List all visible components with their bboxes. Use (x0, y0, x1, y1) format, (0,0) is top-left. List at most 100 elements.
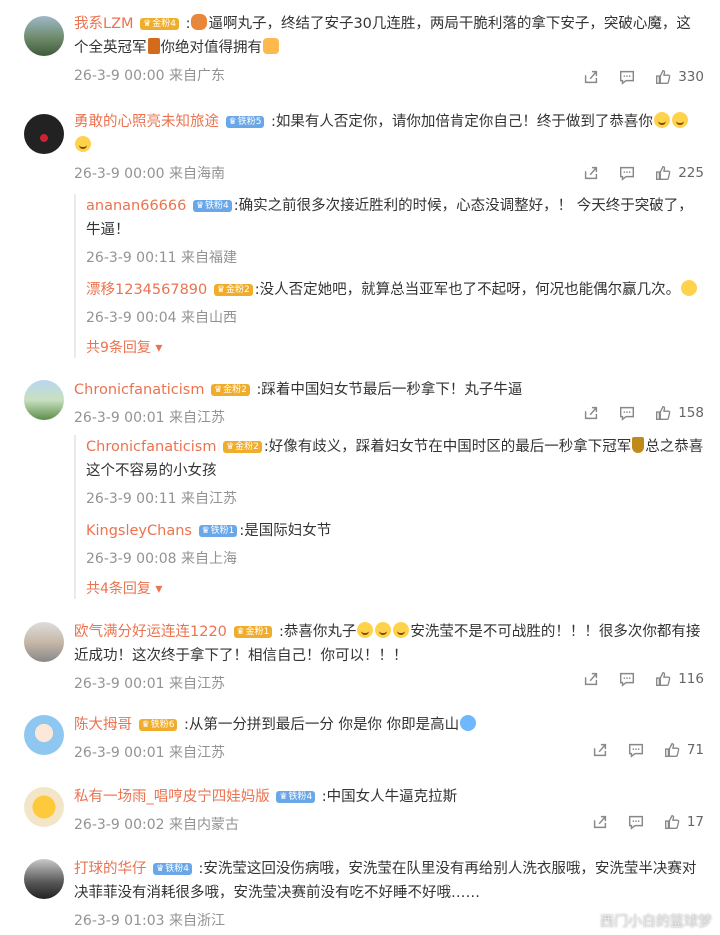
share-icon (582, 164, 600, 182)
reply-meta: 26-3-9 00:04 来自山西 (86, 310, 237, 326)
share-icon (591, 813, 609, 831)
share-button[interactable] (582, 670, 600, 688)
share-icon (582, 404, 600, 422)
crying-emoji-icon (653, 112, 670, 128)
avatar[interactable] (24, 380, 64, 420)
trophy-emoji-icon (632, 437, 645, 453)
reply-meta: 26-3-9 00:08 来自上海 (86, 551, 237, 567)
emoji-icon (191, 14, 208, 30)
like-icon (654, 404, 672, 422)
flex-arm-emoji-icon (263, 38, 279, 54)
comment-icon (618, 164, 636, 182)
fan-badge: ♛铁粉1 (198, 525, 238, 537)
share-icon (582, 670, 600, 688)
fan-badge: ♛金粉4 (140, 18, 179, 30)
reply-button[interactable] (627, 741, 645, 759)
username[interactable]: 陈大拇哥 (74, 717, 132, 733)
avatar[interactable] (24, 622, 64, 662)
like-button[interactable]: 17 (663, 813, 704, 831)
like-count: 116 (678, 671, 704, 687)
username[interactable]: 漂移1234567890 (86, 282, 207, 298)
reply-button[interactable] (618, 164, 636, 182)
like-count: 17 (686, 814, 704, 830)
reply-item: Chronicfanaticism ♛金粉2:好像有歧义，踩着妇女节在中国时区的… (86, 437, 704, 507)
username[interactable]: 私有一场雨_唱哼皮宁四娃妈版 (74, 789, 270, 805)
comment-text: 如果有人否定你，请你加倍肯定你自己！终于做到了恭喜你 (275, 114, 653, 130)
like-button[interactable]: 158 (654, 404, 704, 422)
username[interactable]: 打球的华仔 (74, 861, 147, 877)
reply-button[interactable] (618, 404, 636, 422)
avatar[interactable] (24, 114, 64, 154)
fan-badge: ♛铁粉4 (192, 200, 232, 212)
username[interactable]: KingsleyChans (86, 523, 192, 539)
share-icon (591, 741, 609, 759)
reply-button[interactable] (627, 813, 645, 831)
share-button[interactable] (591, 813, 609, 831)
reply-button[interactable] (618, 68, 636, 86)
fan-badge: ♛金粉2 (213, 284, 253, 296)
medal-emoji-icon (147, 38, 160, 54)
comment-text: 从第一分拼到最后一分 你是你 你即是高山 (188, 717, 460, 733)
reply-meta: 26-3-9 00:11 来自江苏 (86, 491, 237, 507)
reply-text: 是国际妇女节 (244, 523, 332, 539)
reply-item: KingsleyChans ♛铁粉1:是国际妇女节 26-3-9 00:08 来… (86, 519, 704, 569)
like-icon (654, 670, 672, 688)
like-button[interactable]: 330 (654, 68, 704, 86)
fan-badge: ♛金粉2 (223, 441, 262, 453)
username[interactable]: 勇敢的心照亮未知旅途 (74, 114, 219, 130)
like-icon (663, 741, 681, 759)
comment-icon (618, 68, 636, 86)
like-count: 158 (678, 405, 704, 421)
username[interactable]: Chronicfanaticism (86, 439, 216, 455)
like-count: 71 (686, 742, 704, 758)
fan-badge: ♛铁粉4 (153, 863, 192, 875)
comment-text-continued: 你绝对值得拥有 (160, 40, 263, 56)
share-button[interactable] (582, 164, 600, 182)
crying-emoji-icon (375, 622, 392, 638)
more-replies-link[interactable]: 共4条回复 ▾ (86, 579, 704, 599)
avatar[interactable] (24, 859, 64, 899)
comment-icon (618, 670, 636, 688)
comment-text: 中国女人牛逼克拉斯 (326, 789, 458, 805)
like-button[interactable]: 225 (654, 164, 704, 182)
reply-text: 没人否定她吧，就算总当亚军也了不起呀，何况也能偶尔赢几次。 (259, 282, 681, 298)
fan-badge: ♛铁粉5 (225, 116, 265, 128)
username[interactable]: 欧气满分好运连连1220 (74, 624, 227, 640)
crying-emoji-icon (357, 622, 374, 638)
share-button[interactable] (582, 404, 600, 422)
reply-meta: 26-3-9 00:11 来自福建 (86, 250, 237, 266)
caret-down-icon: ▾ (155, 581, 163, 597)
caret-down-icon: ▾ (155, 340, 163, 356)
reply-item: ananan66666 ♛铁粉4:确实之前很多次接近胜利的时候，心态没调整好，！… (86, 194, 704, 268)
reply-button[interactable] (618, 670, 636, 688)
share-icon (582, 68, 600, 86)
comment-text: 恭喜你丸子 (283, 624, 357, 640)
share-button[interactable] (591, 741, 609, 759)
username[interactable]: 我系LZM (74, 16, 134, 32)
grin-emoji-icon (681, 280, 698, 296)
like-icon (654, 164, 672, 182)
fan-badge: ♛铁粉4 (276, 791, 316, 803)
username[interactable]: Chronicfanaticism (74, 382, 204, 398)
like-button[interactable]: 116 (654, 670, 704, 688)
avatar[interactable] (24, 787, 64, 827)
fan-badge: ♛金粉2 (211, 384, 250, 396)
like-icon (663, 813, 681, 831)
crying-emoji-icon (75, 136, 91, 152)
like-count: 225 (678, 165, 704, 181)
more-replies-link[interactable]: 共9条回复 ▾ (86, 338, 704, 358)
crying-emoji-icon (671, 112, 688, 128)
comment-icon (627, 813, 645, 831)
reply-thread: Chronicfanaticism ♛金粉2:好像有歧义，踩着妇女节在中国时区的… (74, 435, 704, 599)
avatar[interactable] (24, 16, 64, 56)
share-button[interactable] (582, 68, 600, 86)
fan-badge: ♛铁粉6 (138, 719, 178, 731)
comment-icon (618, 404, 636, 422)
reply-text: 好像有歧义，踩着妇女节在中国时区的最后一秒拿下冠军 (268, 439, 632, 455)
like-count: 330 (678, 69, 704, 85)
watermark: 西门小白的篮球梦 (600, 914, 712, 930)
sob-emoji-icon (460, 715, 477, 731)
username[interactable]: ananan66666 (86, 198, 186, 214)
like-button[interactable]: 71 (663, 741, 704, 759)
avatar[interactable] (24, 715, 64, 755)
